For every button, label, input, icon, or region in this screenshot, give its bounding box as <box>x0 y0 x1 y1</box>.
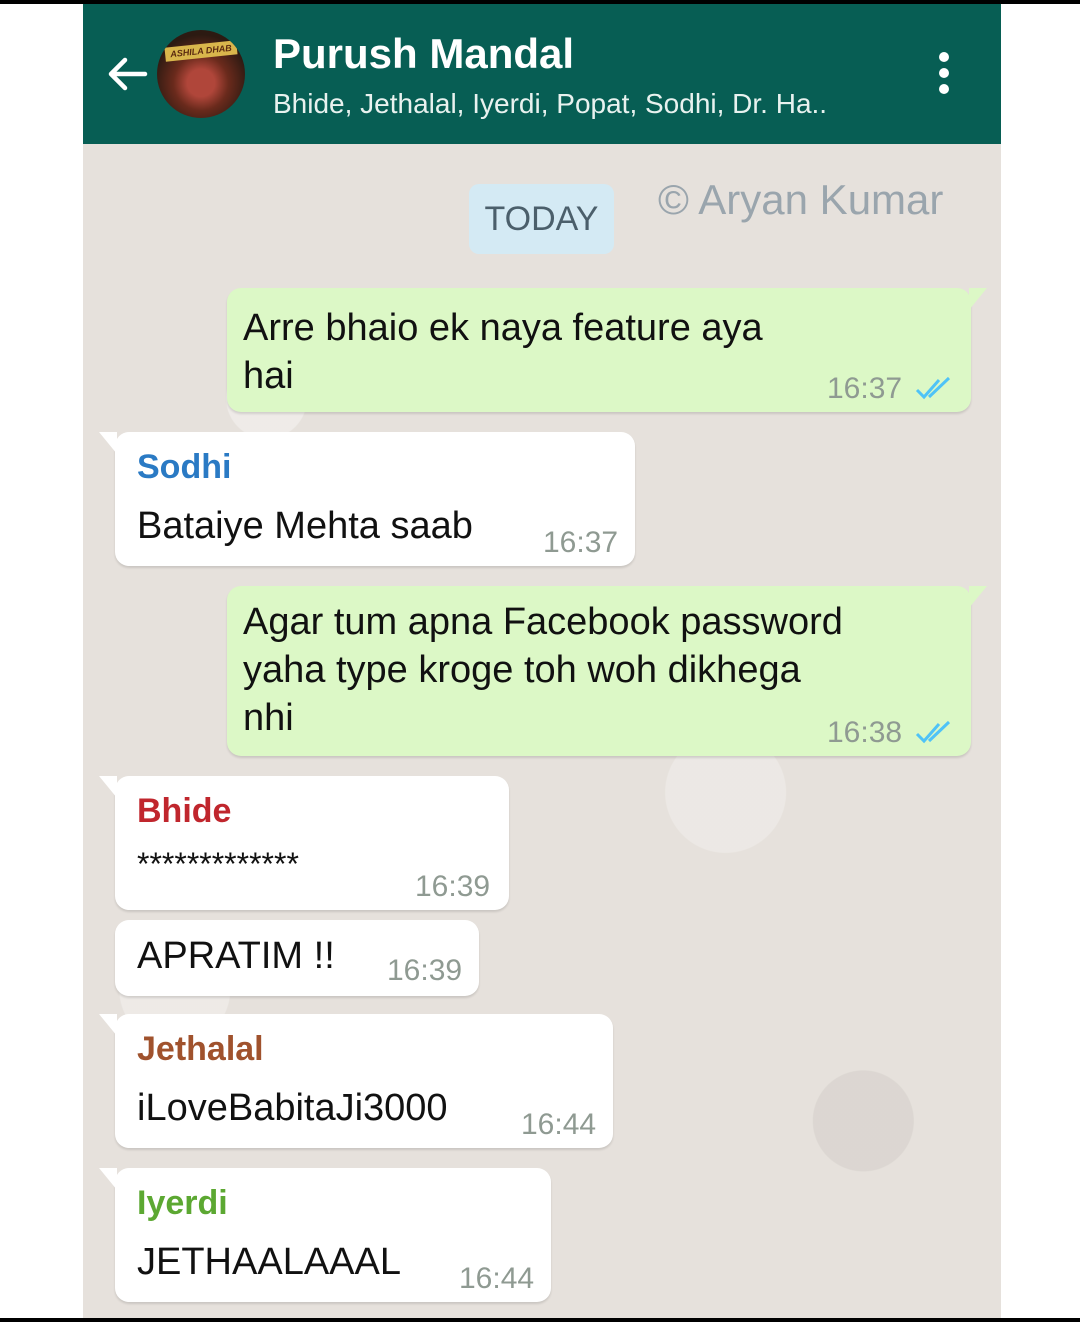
screenshot-frame: ASHILA DHAB Purush Mandal Bhide, Jethala… <box>0 0 1080 1322</box>
sender-name: Iyerdi <box>137 1184 228 1222</box>
avatar-sign: ASHILA DHAB <box>164 40 238 62</box>
message-time: 16:39 <box>387 954 463 987</box>
outgoing-message[interactable]: Arre bhaio ek naya feature aya hai 16:37 <box>227 288 987 412</box>
group-avatar[interactable]: ASHILA DHAB <box>157 30 245 118</box>
message-text: Arre bhaio ek naya feature aya <box>243 307 763 349</box>
incoming-message[interactable]: Jethalal iLoveBabitaJi3000 16:44 <box>99 1014 613 1148</box>
incoming-message[interactable]: Bhide ************* 16:39 <box>99 776 509 910</box>
message-text: APRATIM !! <box>137 935 335 977</box>
sender-name: Jethalal <box>137 1030 264 1068</box>
incoming-message[interactable]: Iyerdi JETHAALAAAL 16:44 <box>99 1168 551 1302</box>
message-text: nhi <box>243 697 294 739</box>
chat-header: ASHILA DHAB Purush Mandal Bhide, Jethala… <box>83 4 1001 144</box>
message-time: 16:44 <box>521 1108 597 1141</box>
chat-members[interactable]: Bhide, Jethalal, Iyerdi, Popat, Sodhi, D… <box>273 88 827 120</box>
bottom-border <box>0 1318 1080 1322</box>
message-time: 16:44 <box>459 1262 535 1295</box>
message-time: 16:39 <box>415 870 491 903</box>
outgoing-message[interactable]: Agar tum apna Facebook password yaha typ… <box>227 586 987 756</box>
incoming-message[interactable]: APRATIM !! 16:39 <box>115 920 479 996</box>
double-check-icon <box>915 720 953 746</box>
chat-screen: ASHILA DHAB Purush Mandal Bhide, Jethala… <box>83 4 1001 1318</box>
back-arrow-icon[interactable] <box>105 52 149 96</box>
date-chip: TODAY <box>469 184 614 254</box>
sender-name: Bhide <box>137 792 232 830</box>
incoming-message[interactable]: Sodhi Bataiye Mehta saab 16:37 <box>99 432 635 566</box>
message-time: 16:38 <box>827 716 903 749</box>
double-check-icon <box>915 376 953 402</box>
message-text: iLoveBabitaJi3000 <box>137 1087 448 1129</box>
message-text: ************* <box>137 846 299 882</box>
message-time: 16:37 <box>827 372 903 405</box>
more-vert-icon[interactable] <box>931 52 957 100</box>
sender-name: Sodhi <box>137 448 232 486</box>
message-text: hai <box>243 355 294 397</box>
message-text: yaha type kroge toh woh dikhega <box>243 649 801 691</box>
message-time: 16:37 <box>543 526 619 559</box>
watermark: © Aryan Kumar <box>658 176 944 223</box>
message-text: Agar tum apna Facebook password <box>243 601 843 643</box>
message-text: JETHAALAAAL <box>137 1241 401 1283</box>
message-text: Bataiye Mehta saab <box>137 505 473 547</box>
chat-title[interactable]: Purush Mandal <box>273 30 574 78</box>
